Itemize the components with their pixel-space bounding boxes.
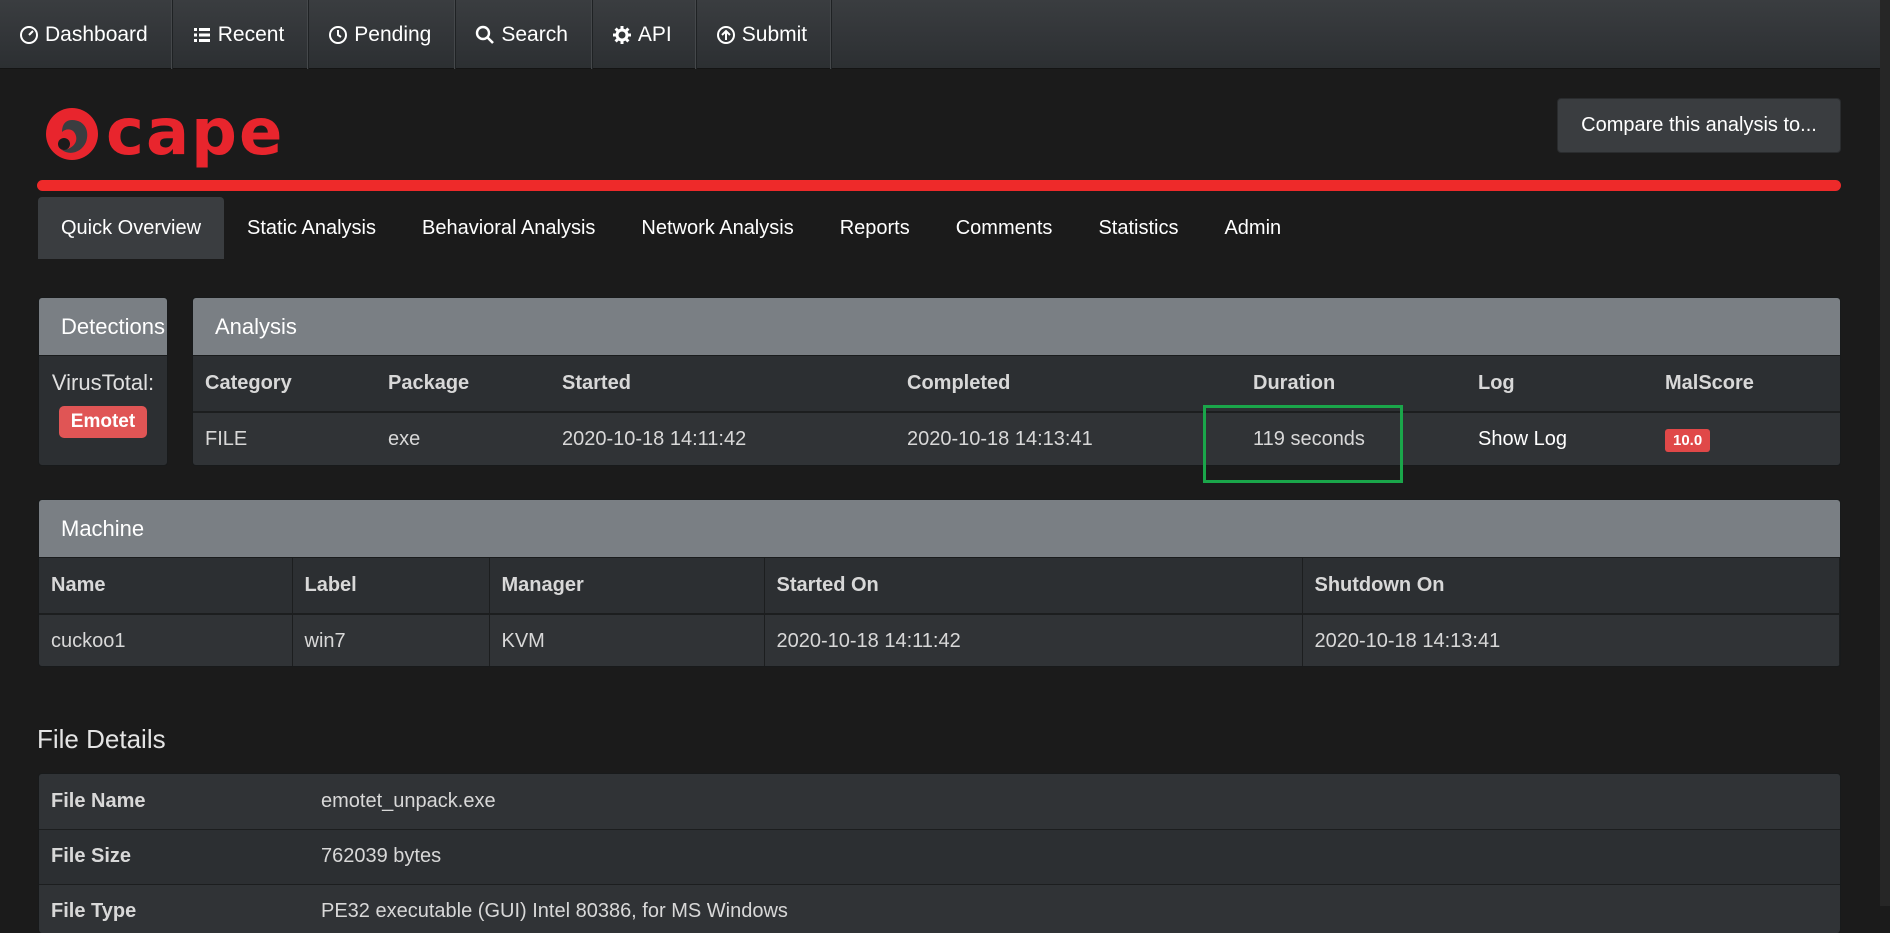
machine-manager: KVM <box>489 614 765 666</box>
machine-name: cuckoo1 <box>39 614 293 666</box>
machine-table: Name Label Manager Started On Shutdown O… <box>39 558 1840 666</box>
table-row: File Type PE32 executable (GUI) Intel 80… <box>39 884 1840 933</box>
tab-reports[interactable]: Reports <box>817 197 933 259</box>
nav-recent-label: Recent <box>217 22 285 46</box>
analysis-package: exe <box>376 412 550 465</box>
col-package: Package <box>376 356 550 413</box>
gear-icon <box>611 24 633 46</box>
analysis-panel: Analysis Category Package Started Comple… <box>192 297 1841 466</box>
col-label: Label <box>292 558 490 615</box>
analysis-completed: 2020-10-18 14:13:41 <box>895 412 1241 465</box>
machine-title: Machine <box>39 500 1840 558</box>
analysis-category: FILE <box>193 412 376 465</box>
cape-logo-icon <box>46 108 98 160</box>
col-manager: Manager <box>489 558 765 615</box>
analysis-title: Analysis <box>193 298 1840 356</box>
col-log: Log <box>1466 356 1653 413</box>
nav-dashboard[interactable]: Dashboard <box>0 0 173 69</box>
list-icon <box>191 24 213 46</box>
table-row: File Name emotet_unpack.exe <box>39 774 1840 830</box>
malscore-badge: 10.0 <box>1665 428 1711 452</box>
table-row: cuckoo1 win7 KVM 2020-10-18 14:11:42 202… <box>39 614 1840 666</box>
upload-icon <box>715 24 737 46</box>
tab-quick-overview[interactable]: Quick Overview <box>38 197 225 259</box>
virustotal-label: VirusTotal: <box>51 370 155 395</box>
file-size-value: 762039 bytes <box>309 829 1840 885</box>
dashboard-icon <box>18 24 40 46</box>
top-navbar: Dashboard Recent Pending Search API Subm… <box>0 0 1890 69</box>
col-name: Name <box>39 558 293 615</box>
col-malscore: MalScore <box>1653 356 1840 413</box>
compare-analysis-button[interactable]: Compare this analysis to... <box>1557 98 1841 153</box>
file-type-value: PE32 executable (GUI) Intel 80386, for M… <box>309 884 1840 933</box>
nav-recent[interactable]: Recent <box>173 0 310 69</box>
nav-api[interactable]: API <box>593 0 697 69</box>
file-details-title: File Details <box>37 724 166 754</box>
machine-shutdown-on: 2020-10-18 14:13:41 <box>1302 614 1840 666</box>
nav-submit-label: Submit <box>741 22 808 46</box>
nav-api-label: API <box>637 22 672 46</box>
nav-dashboard-label: Dashboard <box>45 22 148 46</box>
file-details-table: File Name emotet_unpack.exe File Size 76… <box>39 774 1840 933</box>
header-divider <box>37 180 1841 191</box>
file-name-value: emotet_unpack.exe <box>309 774 1840 830</box>
analysis-tabs: Quick Overview Static Analysis Behaviora… <box>38 197 1304 259</box>
machine-label: win7 <box>292 614 490 666</box>
analysis-table: Category Package Started Completed Durat… <box>193 356 1840 465</box>
detections-panel: Detections VirusTotal: Emotet <box>38 297 168 466</box>
show-log-link[interactable]: Show Log <box>1478 428 1567 450</box>
logo-text: cape <box>106 96 285 170</box>
file-name-key: File Name <box>39 774 309 830</box>
nav-submit[interactable]: Submit <box>697 0 833 69</box>
search-icon <box>474 24 496 46</box>
table-row: FILE exe 2020-10-18 14:11:42 2020-10-18 … <box>193 412 1840 465</box>
file-size-key: File Size <box>39 829 309 885</box>
col-shutdown-on: Shutdown On <box>1302 558 1840 615</box>
tab-behavioral-analysis[interactable]: Behavioral Analysis <box>399 197 618 259</box>
analysis-duration: 119 seconds <box>1241 412 1466 465</box>
tab-statistics[interactable]: Statistics <box>1075 197 1201 259</box>
col-started-on: Started On <box>764 558 1303 615</box>
file-type-key: File Type <box>39 884 309 933</box>
table-row: File Size 762039 bytes <box>39 829 1840 885</box>
nav-search-label: Search <box>501 22 568 46</box>
malware-family-badge: Emotet <box>58 406 148 438</box>
file-details-panel: File Name emotet_unpack.exe File Size 76… <box>38 773 1841 933</box>
nav-pending[interactable]: Pending <box>309 0 457 69</box>
page-scrollbar[interactable] <box>1880 0 1890 906</box>
cape-logo[interactable]: cape <box>44 98 294 168</box>
clock-icon <box>327 24 349 46</box>
nav-search[interactable]: Search <box>456 0 593 69</box>
machine-started-on: 2020-10-18 14:11:42 <box>764 614 1303 666</box>
nav-pending-label: Pending <box>354 22 432 46</box>
col-duration: Duration <box>1241 356 1466 413</box>
detections-title: Detections <box>39 298 167 356</box>
col-started: Started <box>550 356 895 413</box>
tab-comments[interactable]: Comments <box>933 197 1076 259</box>
tab-admin[interactable]: Admin <box>1201 197 1304 259</box>
tab-network-analysis[interactable]: Network Analysis <box>618 197 816 259</box>
machine-panel: Machine Name Label Manager Started On Sh… <box>38 499 1841 667</box>
tab-static-analysis[interactable]: Static Analysis <box>224 197 399 259</box>
col-completed: Completed <box>895 356 1241 413</box>
col-category: Category <box>193 356 376 413</box>
analysis-started: 2020-10-18 14:11:42 <box>550 412 895 465</box>
